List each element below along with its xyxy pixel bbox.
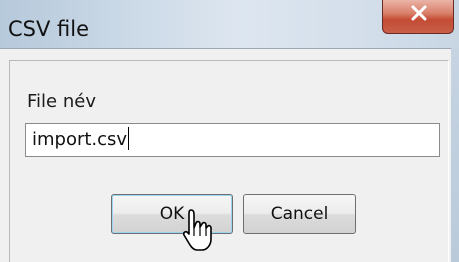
file-name-value: import.csv: [32, 129, 128, 150]
mouse-pointer-icon: [182, 209, 212, 251]
window-frame-right: [451, 48, 459, 262]
close-button[interactable]: [382, 0, 454, 34]
close-icon: [411, 5, 427, 21]
file-name-input[interactable]: import.csv: [25, 123, 440, 157]
cancel-button[interactable]: Cancel: [243, 194, 356, 234]
file-name-label: File név: [27, 91, 96, 112]
window-title: CSV file: [8, 17, 90, 41]
text-caret: [128, 127, 130, 150]
ok-button[interactable]: OK: [111, 194, 233, 234]
